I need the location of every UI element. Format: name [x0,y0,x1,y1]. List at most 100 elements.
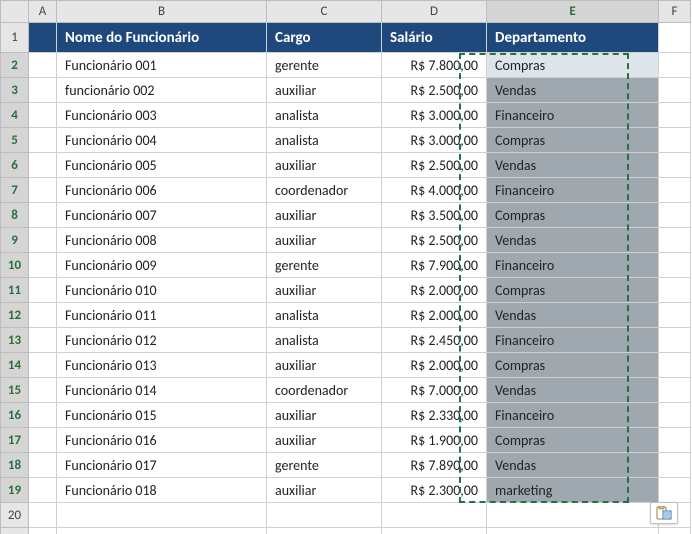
cell-nome[interactable]: Funcionário 004 [57,128,267,153]
cell[interactable] [659,303,691,328]
cell[interactable] [659,428,691,453]
cell-cargo[interactable]: analista [267,303,382,328]
cell[interactable] [659,478,691,503]
cell[interactable] [659,378,691,403]
row-header[interactable]: 12 [1,303,29,328]
row-header[interactable]: 7 [1,178,29,203]
cell-cargo[interactable]: auxiliar [267,228,382,253]
cell[interactable] [659,103,691,128]
row-header[interactable]: 10 [1,253,29,278]
cell[interactable] [29,153,57,178]
cell-nome[interactable]: Funcionário 005 [57,153,267,178]
cell[interactable] [29,228,57,253]
header-departamento[interactable]: Departamento [487,23,659,53]
cell-departamento[interactable]: Vendas [487,453,659,478]
cell-cargo[interactable]: coordenador [267,378,382,403]
row-header[interactable]: 13 [1,328,29,353]
cell-departamento[interactable]: Vendas [487,378,659,403]
cell-nome[interactable]: Funcionário 001 [57,53,267,78]
row-header[interactable]: 6 [1,153,29,178]
select-all-corner[interactable] [1,1,29,23]
cell-salario[interactable]: R$ 2.000,00 [382,303,487,328]
cell[interactable] [29,178,57,203]
cell[interactable] [659,278,691,303]
cell[interactable] [29,203,57,228]
cell[interactable] [659,178,691,203]
cell[interactable] [659,353,691,378]
cell[interactable] [659,23,691,53]
cell-departamento[interactable]: Compras [487,203,659,228]
cell[interactable] [29,128,57,153]
cell[interactable] [29,78,57,103]
cell-salario[interactable]: R$ 7.890,00 [382,453,487,478]
cell-departamento[interactable]: Vendas [487,228,659,253]
row-header[interactable]: 15 [1,378,29,403]
cell-salario[interactable]: R$ 3.500,00 [382,203,487,228]
cell-salario[interactable]: R$ 2.330,00 [382,403,487,428]
cell[interactable] [487,503,659,528]
cell[interactable] [267,503,382,528]
cell-cargo[interactable]: auxiliar [267,478,382,503]
header-salario[interactable]: Salário [382,23,487,53]
cell-cargo[interactable]: auxiliar [267,278,382,303]
row-header[interactable]: 8 [1,203,29,228]
cell-salario[interactable]: R$ 1.900,00 [382,428,487,453]
cell-departamento[interactable]: Vendas [487,303,659,328]
cell-cargo[interactable]: auxiliar [267,153,382,178]
cell[interactable] [382,528,487,534]
cell[interactable] [29,328,57,353]
cell-nome[interactable]: Funcionário 013 [57,353,267,378]
cell-salario[interactable]: R$ 3.000,00 [382,103,487,128]
cell-nome[interactable]: Funcionário 015 [57,403,267,428]
cell-cargo[interactable]: analista [267,128,382,153]
spreadsheet-grid[interactable]: ABCDEF1Nome do FuncionárioCargoSalárioDe… [0,0,692,534]
row-header[interactable]: 14 [1,353,29,378]
cell[interactable] [29,528,57,534]
cell-salario[interactable]: R$ 2.500,00 [382,78,487,103]
cell[interactable] [659,203,691,228]
row-header[interactable]: 20 [1,503,29,528]
cell-departamento[interactable]: Compras [487,428,659,453]
cell-nome[interactable]: Funcionário 016 [57,428,267,453]
cell-departamento[interactable]: Compras [487,128,659,153]
cell-departamento[interactable]: Vendas [487,153,659,178]
cell[interactable] [29,478,57,503]
cell-salario[interactable]: R$ 2.450,00 [382,328,487,353]
cell[interactable] [382,503,487,528]
row-header[interactable]: 19 [1,478,29,503]
cell-departamento[interactable]: Compras [487,278,659,303]
cell[interactable] [29,103,57,128]
cell-departamento[interactable]: Financeiro [487,178,659,203]
row-header[interactable]: 1 [1,23,29,53]
row-header[interactable]: 16 [1,403,29,428]
cell-departamento[interactable]: Financeiro [487,103,659,128]
cell-cargo[interactable]: gerente [267,53,382,78]
header-nome[interactable]: Nome do Funcionário [57,23,267,53]
cell-cargo[interactable]: auxiliar [267,428,382,453]
cell[interactable] [659,403,691,428]
cell[interactable] [29,378,57,403]
cell[interactable] [487,528,659,534]
cell[interactable] [29,503,57,528]
cell-nome[interactable]: Funcionário 014 [57,378,267,403]
cell-nome[interactable]: Funcionário 012 [57,328,267,353]
cell-departamento[interactable]: Compras [487,53,659,78]
cell-cargo[interactable]: analista [267,328,382,353]
cell[interactable] [659,253,691,278]
cell-salario[interactable]: R$ 3.000,00 [382,128,487,153]
cell[interactable] [29,403,57,428]
cell[interactable] [29,23,57,53]
cell-salario[interactable]: R$ 2.000,00 [382,278,487,303]
cell-cargo[interactable]: auxiliar [267,353,382,378]
row-header[interactable]: 18 [1,453,29,478]
column-header-E[interactable]: E [487,1,659,23]
row-header[interactable]: 3 [1,78,29,103]
row-header[interactable]: 9 [1,228,29,253]
cell-cargo[interactable]: gerente [267,453,382,478]
cell[interactable] [659,78,691,103]
paste-options-button[interactable] [650,502,678,524]
cell[interactable] [659,453,691,478]
cell[interactable] [659,528,691,534]
cell-cargo[interactable]: auxiliar [267,78,382,103]
cell[interactable] [57,503,267,528]
